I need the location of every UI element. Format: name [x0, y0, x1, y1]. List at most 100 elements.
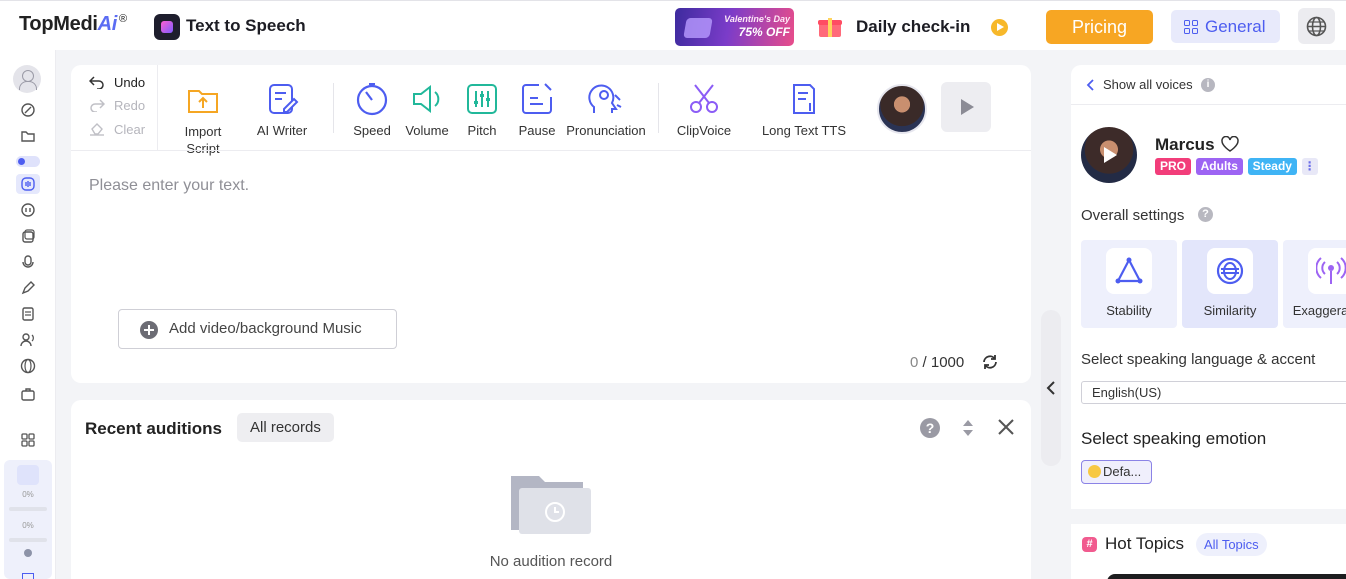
broadcast-icon — [1316, 257, 1346, 284]
sidebar-item-text-to-speech[interactable] — [16, 174, 40, 194]
speedometer-icon — [356, 83, 388, 116]
tag-pro: PRO — [1155, 158, 1192, 175]
hot-topic-thumbnail[interactable] — [1107, 574, 1346, 579]
gift-icon[interactable] — [818, 15, 842, 37]
clear-button[interactable]: Clear — [89, 122, 145, 139]
exaggeration-setting[interactable]: Exaggeration — [1283, 240, 1346, 328]
user-avatar[interactable] — [13, 65, 41, 93]
pause-insert-icon — [522, 83, 552, 114]
all-topics-button[interactable]: All Topics — [1196, 533, 1267, 556]
chevron-left-icon — [1046, 381, 1055, 395]
voice-avatar-play[interactable] — [1081, 127, 1137, 183]
play-preview-button[interactable] — [941, 82, 991, 132]
document-icon[interactable] — [20, 306, 36, 322]
pause-button[interactable]: Pause — [517, 81, 557, 138]
redo-button[interactable]: Redo — [89, 98, 145, 115]
clipvoice-button[interactable]: ClipVoice — [673, 81, 735, 138]
expand-collapse-icon[interactable] — [961, 418, 975, 441]
globe-icon — [1306, 16, 1327, 37]
info-icon[interactable] — [24, 549, 32, 557]
daily-checkin-link[interactable]: Daily check-in — [856, 17, 970, 37]
left-sidebar: 0% 0% — [0, 50, 56, 579]
chevron-left-icon — [1086, 79, 1094, 91]
close-icon[interactable] — [997, 418, 1015, 439]
voice-tags: PRO Adults Steady ⋮ — [1155, 158, 1319, 175]
usage-percent-1: 0% — [22, 490, 34, 499]
doc-icon[interactable] — [22, 573, 34, 579]
promo-graphic — [683, 18, 713, 38]
tts-icon — [21, 177, 35, 191]
voice-clone-icon[interactable] — [20, 228, 36, 244]
usage-panel: 0% 0% — [4, 460, 52, 579]
promo-banner[interactable]: Valentine's Day 75% OFF — [675, 8, 794, 46]
usage-tts-icon[interactable] — [17, 465, 39, 485]
auditions-title: Recent auditions — [85, 419, 222, 438]
refresh-icon[interactable] — [981, 353, 999, 374]
stability-setting[interactable]: Stability — [1081, 240, 1177, 328]
checkin-play-icon[interactable] — [991, 19, 1008, 36]
voice-wave-icon[interactable] — [20, 202, 36, 218]
add-music-label: Add video/background Music — [169, 320, 362, 337]
pronunciation-icon — [588, 84, 622, 113]
help-icon[interactable]: ? — [1198, 207, 1213, 222]
overall-settings-label: Overall settings — [1081, 207, 1185, 224]
import-script-button[interactable]: Import Script — [179, 81, 227, 157]
long-text-tts-button[interactable]: Long Text TTS — [761, 81, 847, 138]
mode-toggle[interactable] — [16, 156, 40, 167]
selected-voice-avatar[interactable] — [877, 84, 927, 134]
pen-icon[interactable] — [20, 280, 36, 296]
speaker-person-icon[interactable] — [20, 332, 36, 348]
usage-percent-2: 0% — [22, 521, 34, 530]
general-button[interactable]: General — [1171, 10, 1280, 43]
apps-grid-icon[interactable] — [20, 432, 36, 448]
tag-steady: Steady — [1247, 158, 1297, 175]
more-tags-icon[interactable]: ⋮ — [1301, 158, 1318, 175]
language-button[interactable] — [1298, 8, 1335, 44]
general-label: General — [1205, 17, 1266, 36]
promo-line-2: 75% OFF — [738, 25, 790, 39]
tag-adults: Adults — [1195, 158, 1243, 175]
plus-circle-icon — [140, 321, 158, 339]
character-counter: 0 / 1000 — [910, 354, 965, 371]
globe-nav-icon[interactable] — [20, 358, 36, 374]
language-select[interactable]: English(US) — [1081, 381, 1346, 404]
briefcase-icon[interactable] — [20, 386, 36, 402]
collapse-panel-handle[interactable] — [1041, 310, 1061, 466]
usage-bar-1 — [9, 507, 47, 511]
folder-icon[interactable] — [20, 128, 36, 144]
long-text-icon — [793, 84, 815, 114]
top-bar: TopMediAi ® Text to Speech Valentine's Da… — [0, 0, 1346, 50]
add-background-music-button[interactable]: Add video/background Music — [118, 309, 397, 349]
emotion-default-chip[interactable]: Defa... — [1081, 460, 1152, 484]
speed-button[interactable]: Speed — [351, 81, 393, 138]
similarity-icon — [1216, 257, 1244, 285]
volume-button[interactable]: Volume — [403, 81, 451, 138]
undo-button[interactable]: Undo — [88, 75, 145, 92]
pronunciation-button[interactable]: Pronunciation — [564, 81, 648, 138]
ai-writer-button[interactable]: AI Writer — [255, 81, 309, 138]
ai-writer-icon — [269, 84, 299, 114]
hashtag-icon: # — [1082, 537, 1097, 552]
favorite-heart-icon[interactable] — [1221, 135, 1239, 155]
toolbar-divider — [333, 83, 334, 133]
pricing-button[interactable]: Pricing — [1046, 10, 1153, 44]
voice-settings-panel: Show all voices i Marcus PRO Adults Stea… — [1071, 65, 1346, 579]
microphone-icon[interactable] — [20, 254, 36, 270]
all-records-button[interactable]: All records — [237, 413, 334, 442]
editor-card: Undo Redo Clear Import Script AI Writer … — [71, 65, 1031, 383]
panel-separator — [1071, 509, 1346, 524]
pitch-button[interactable]: Pitch — [462, 81, 502, 138]
help-icon[interactable]: ? — [920, 418, 940, 438]
redo-icon — [90, 99, 106, 113]
similarity-setting[interactable]: Similarity — [1182, 240, 1278, 328]
emotion-label: Select speaking emotion — [1081, 429, 1267, 448]
ai-tool-icon[interactable] — [20, 102, 36, 118]
history-controls: Undo Redo Clear — [71, 65, 158, 150]
undo-icon — [88, 76, 104, 90]
promo-line-1: Valentine's Day — [724, 14, 790, 24]
brand-logo[interactable]: TopMediAi ® — [19, 13, 127, 36]
info-icon[interactable]: i — [1201, 78, 1215, 92]
show-all-voices-link[interactable]: Show all voices — [1103, 77, 1193, 92]
text-input[interactable]: Please enter your text. — [89, 177, 249, 195]
pitch-icon — [467, 84, 497, 114]
